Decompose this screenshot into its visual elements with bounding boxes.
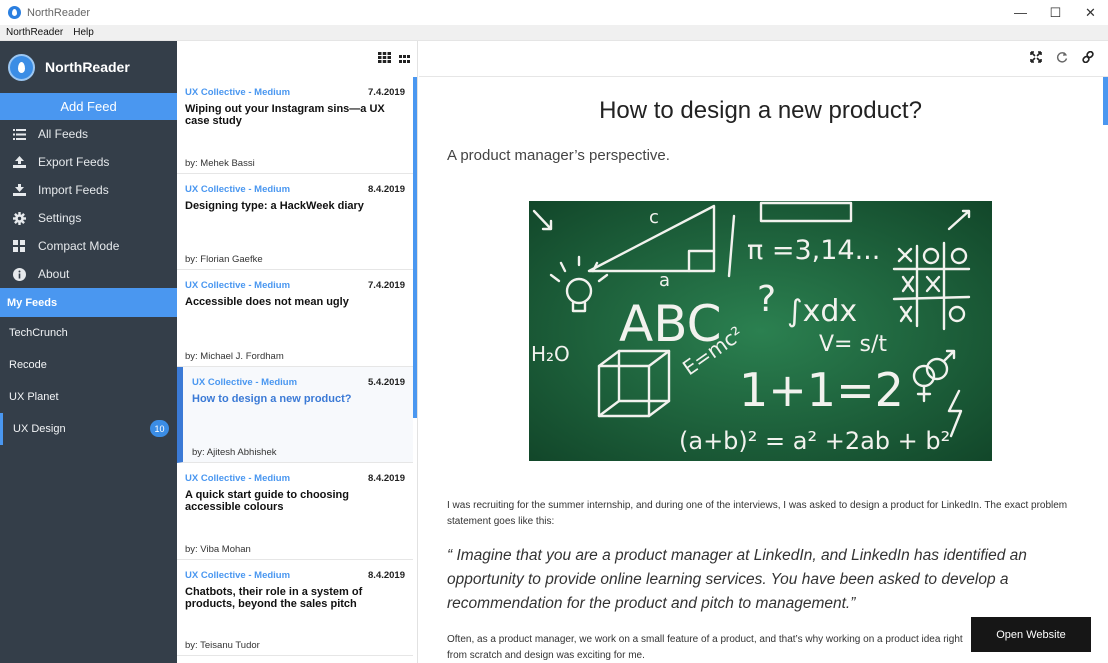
reader-toolbar: [419, 41, 1108, 77]
link-icon[interactable]: [1082, 50, 1094, 66]
article-list: UX Collective - Medium 7.4.2019 Wiping o…: [177, 77, 413, 656]
menu-about[interactable]: About: [0, 260, 177, 288]
unread-count-badge: 10: [150, 420, 169, 437]
grid-icon: [12, 239, 26, 253]
menu-export-feeds[interactable]: Export Feeds: [0, 148, 177, 176]
article-paragraph: Often, as a product manager, we work on …: [447, 634, 963, 661]
article-title: A quick start guide to choosing accessib…: [185, 489, 349, 513]
article-title: Chatbots, their role in a system of prod…: [185, 585, 363, 610]
article-author: by: Teisanu Tudor: [185, 640, 260, 651]
article-date: 8.4.2019: [368, 473, 405, 484]
fullscreen-icon[interactable]: [1030, 51, 1042, 66]
feed-label: UX Planet: [9, 391, 59, 403]
article-author: by: Michael J. Fordham: [185, 350, 284, 362]
gear-icon: [12, 211, 26, 225]
article-date: 8.4.2019: [368, 183, 405, 195]
article-item[interactable]: UX Collective - Medium 7.4.2019 Wiping o…: [177, 77, 413, 174]
article-item[interactable]: UX Collective - Medium 7.4.2019 Accessib…: [177, 270, 413, 367]
list-scrollbar[interactable]: [413, 77, 417, 418]
article-title: Accessible does not mean ugly: [185, 296, 349, 308]
sidebar: NorthReader Add Feed All Feeds Export Fe…: [0, 41, 177, 663]
my-feeds-header[interactable]: My Feeds: [0, 288, 177, 317]
feed-label: Recode: [9, 359, 47, 371]
article-heading: How to design a new product?: [599, 97, 922, 124]
chalk-formula: (a+b)² = a² +2ab + b²: [679, 427, 950, 455]
open-website-button[interactable]: Open Website: [971, 617, 1091, 652]
menu-compact-mode[interactable]: Compact Mode: [0, 232, 177, 260]
menu-label: Settings: [38, 211, 82, 225]
article-author: by: Ajitesh Abhishek: [192, 447, 277, 458]
article-date: 8.4.2019: [368, 569, 405, 581]
maximize-button[interactable]: ☐: [1038, 0, 1073, 25]
reader-scrollbar[interactable]: [1103, 77, 1108, 125]
article-quote: “ Imagine that you are a product manager…: [447, 547, 1027, 612]
grid-small-icon[interactable]: [399, 50, 410, 68]
article-subtitle: A product manager’s perspective.: [447, 147, 670, 164]
chalkboard-image: ABC π =3,14... ∫xdx 1+1=2 (a+b)² = a² +2…: [529, 201, 992, 461]
menu-label: About: [38, 267, 70, 281]
article-title: How to design a new product?: [192, 392, 352, 405]
feed-recode[interactable]: Recode: [0, 349, 177, 381]
menu-northreader[interactable]: NorthReader: [0, 27, 68, 38]
chalk-pi: π =3,14...: [747, 235, 880, 266]
article-item[interactable]: UX Collective - Medium 8.4.2019 Chatbots…: [177, 560, 413, 656]
chalk-question: ?: [757, 279, 776, 320]
chalk-velocity: V= s/t: [819, 332, 887, 357]
brand: NorthReader: [0, 41, 177, 93]
article-paragraph: I was recruiting for the summer internsh…: [447, 500, 1068, 527]
window-title: NorthReader: [27, 6, 90, 19]
refresh-icon[interactable]: [1056, 51, 1068, 66]
menu-bar: NorthReader Help: [0, 25, 1108, 41]
chalk-equation: 1+1=2: [739, 363, 904, 417]
grid-large-icon[interactable]: [378, 50, 391, 68]
upload-icon: [12, 155, 26, 169]
chalk-c: c: [649, 207, 659, 228]
menu-label: All Feeds: [38, 127, 89, 141]
article-item[interactable]: UX Collective - Medium 8.4.2019 A quick …: [177, 463, 413, 560]
chalk-integral: ∫xdx: [787, 294, 857, 329]
menu-help[interactable]: Help: [68, 27, 99, 38]
menu-import-feeds[interactable]: Import Feeds: [0, 176, 177, 204]
menu-label: Export Feeds: [38, 155, 110, 169]
article-list-pane: UX Collective - Medium 7.4.2019 Wiping o…: [177, 41, 418, 663]
list-toolbar: [177, 41, 417, 77]
article-author: by: Florian Gaefke: [185, 254, 263, 265]
article-date: 5.4.2019: [368, 376, 405, 388]
menu-settings[interactable]: Settings: [0, 204, 177, 232]
article-title: Wiping out your Instagram sins—a UX case…: [185, 103, 385, 127]
close-button[interactable]: ✕: [1073, 0, 1108, 25]
article-date: 7.4.2019: [368, 87, 405, 98]
menu-label: Compact Mode: [38, 239, 120, 253]
article-author: by: Viba Mohan: [185, 543, 251, 555]
download-icon: [12, 183, 26, 197]
chalk-a: a: [659, 270, 670, 291]
feed-techcrunch[interactable]: TechCrunch: [0, 317, 177, 349]
title-bar: NorthReader — ☐ ✕: [0, 0, 1108, 25]
feed-ux-planet[interactable]: UX Planet: [0, 381, 177, 413]
feed-label: TechCrunch: [9, 327, 68, 339]
brand-name: NorthReader: [45, 59, 130, 75]
minimize-button[interactable]: —: [1003, 0, 1038, 25]
add-feed-button[interactable]: Add Feed: [0, 93, 177, 120]
info-icon: [12, 267, 26, 281]
chalk-h2o: H₂O: [531, 342, 570, 366]
app-icon: [8, 6, 21, 19]
reader-pane: How to design a new product? A product m…: [419, 41, 1108, 663]
article-date: 7.4.2019: [368, 280, 405, 291]
feed-label: UX Design: [13, 423, 66, 435]
window-controls: — ☐ ✕: [1003, 0, 1108, 25]
article-author: by: Mehek Bassi: [185, 157, 255, 169]
feed-ux-design[interactable]: UX Design 10: [0, 413, 177, 445]
list-icon: [12, 127, 26, 141]
menu-label: Import Feeds: [38, 183, 109, 197]
article-item-selected[interactable]: UX Collective - Medium 5.4.2019 How to d…: [177, 366, 413, 463]
menu-all-feeds[interactable]: All Feeds: [0, 120, 177, 148]
article-item[interactable]: UX Collective - Medium 8.4.2019 Designin…: [177, 174, 413, 270]
article-title: Designing type: a HackWeek diary: [185, 199, 364, 212]
logo-icon: [8, 53, 35, 81]
